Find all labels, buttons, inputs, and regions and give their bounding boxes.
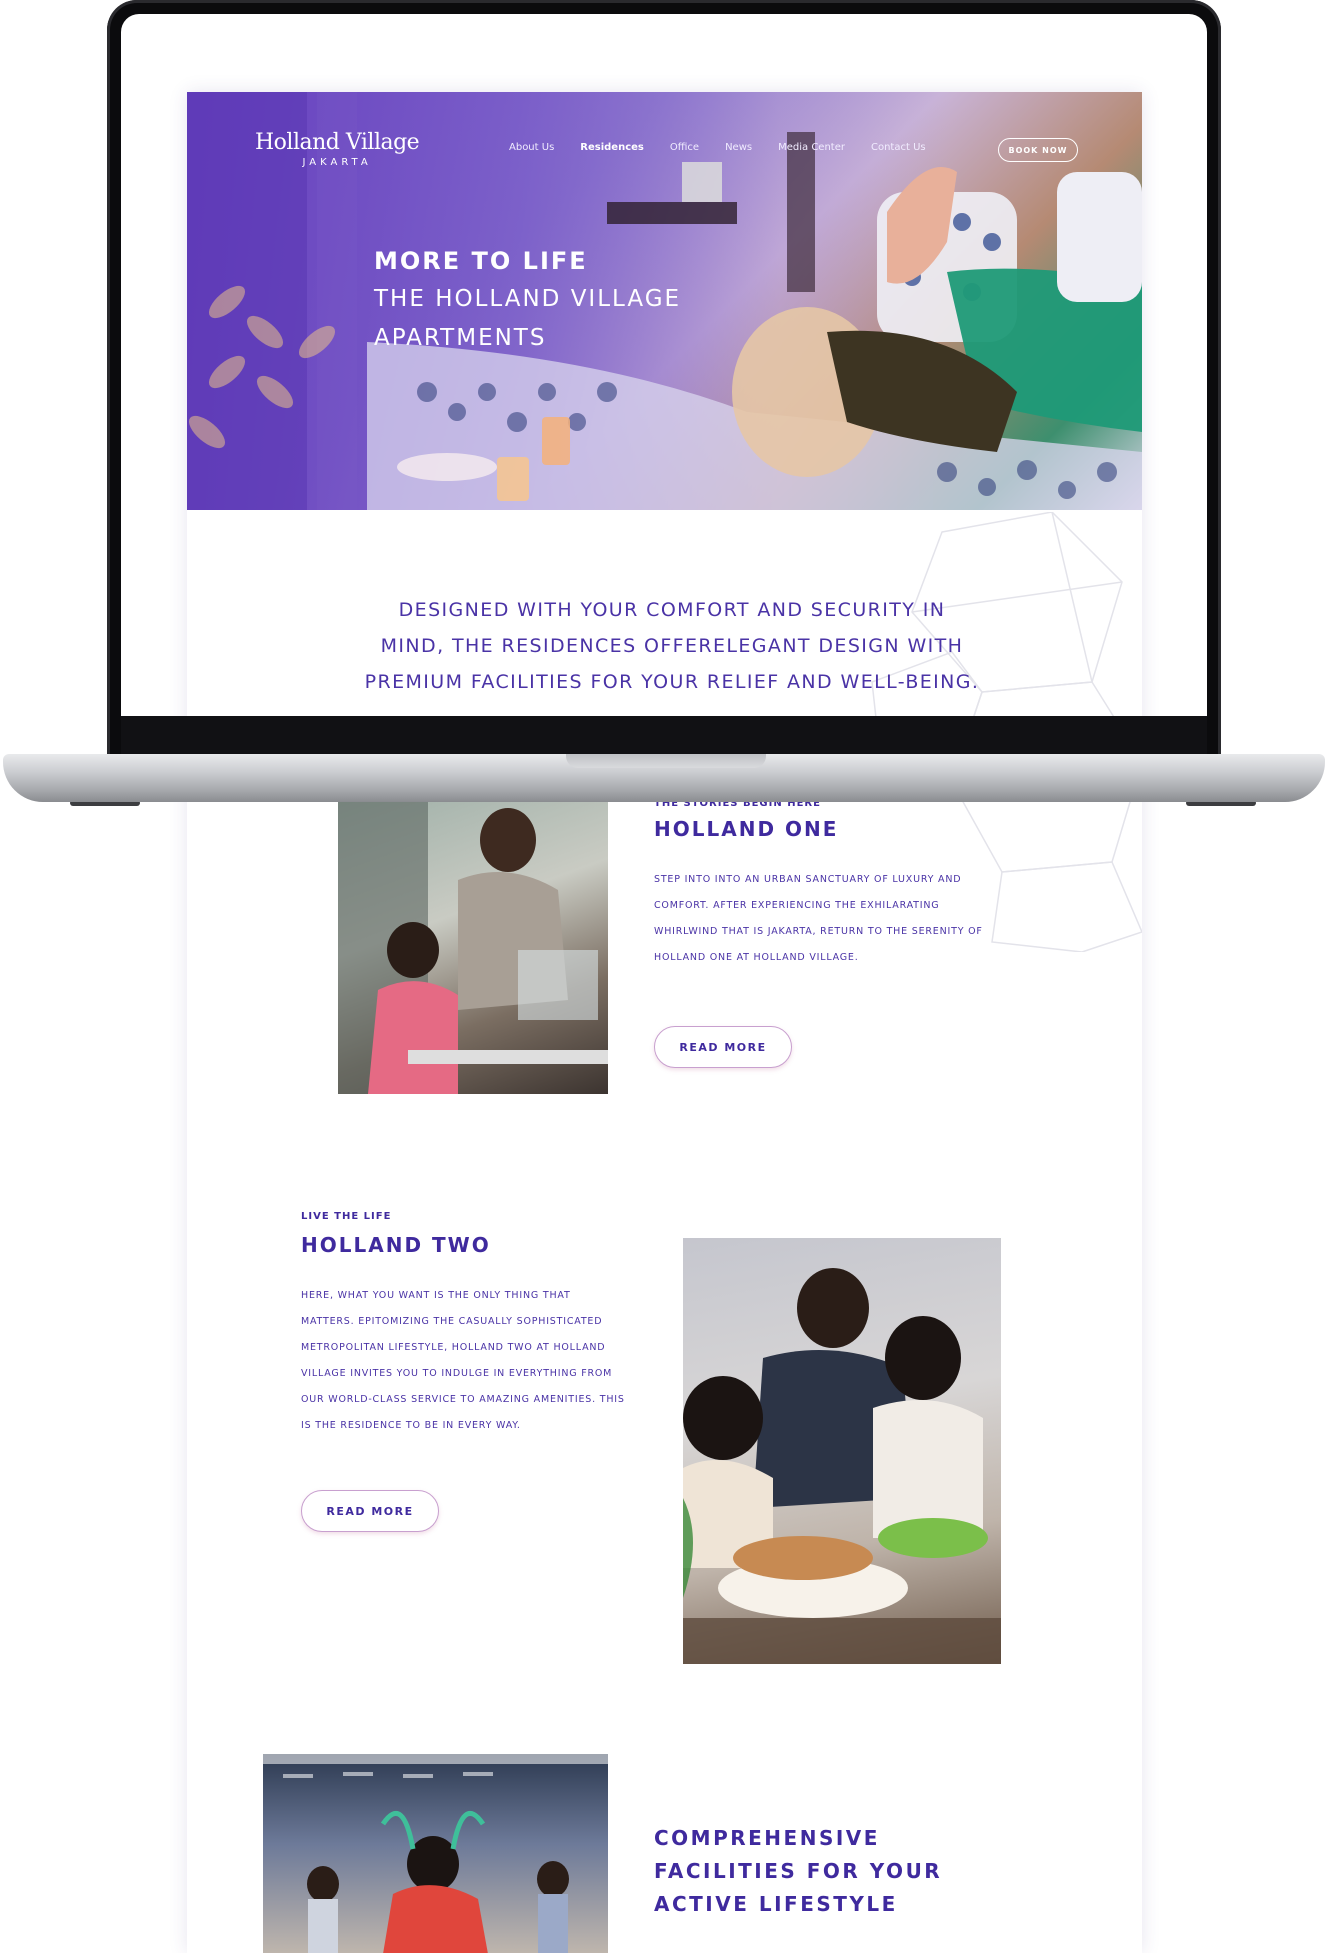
- main-nav: About Us Residences Office News Media Ce…: [509, 142, 952, 153]
- intro-line-1: DESIGNED WITH YOUR COMFORT AND SECURITY …: [398, 599, 946, 621]
- hero-line-3: APARTMENTS: [374, 325, 547, 351]
- facilities-title: COMPREHENSIVE FACILITIES FOR YOUR ACTIVE…: [654, 1822, 942, 1921]
- holland-one-body-line: HOLLAND ONE AT HOLLAND VILLAGE.: [654, 952, 859, 963]
- holland-two-photo: [683, 1268, 1001, 1664]
- holland-two-title: HOLLAND TWO: [301, 1233, 491, 1257]
- laptop-notch: [566, 754, 766, 768]
- holland-one-image: [338, 800, 608, 1094]
- holland-two-body-line: VILLAGE INVITES YOU TO INDULGE IN EVERYT…: [301, 1368, 613, 1379]
- holland-two-body-line: MATTERS. EPITOMIZING THE CASUALLY SOPHIS…: [301, 1316, 603, 1327]
- holland-two-eyebrow: LIVE THE LIFE: [301, 1211, 392, 1222]
- facilities-line-2: FACILITIES FOR YOUR: [654, 1859, 943, 1883]
- nav-news[interactable]: News: [725, 142, 752, 153]
- holland-two-image: [683, 1238, 1001, 1664]
- holland-one-body-line: COMFORT. AFTER EXPERIENCING THE EXHILARA…: [654, 900, 940, 911]
- facilities-photo: [263, 1754, 608, 1953]
- holland-one-body-line: STEP INTO INTO AN URBAN SANCTUARY OF LUX…: [654, 874, 962, 885]
- nav-contact-us[interactable]: Contact Us: [871, 142, 926, 153]
- book-now-button[interactable]: BOOK NOW: [998, 138, 1078, 162]
- nav-office[interactable]: Office: [670, 142, 699, 153]
- holland-two-body-line: IS THE RESIDENCE TO BE IN EVERY WAY.: [301, 1420, 521, 1431]
- brand-name: Holland Village: [255, 130, 420, 155]
- holland-two-body-line: OUR WORLD-CLASS SERVICE TO AMAZING AMENI…: [301, 1394, 625, 1405]
- facilities-line-1: COMPREHENSIVE: [654, 1826, 880, 1850]
- nav-residences[interactable]: Residences: [580, 142, 644, 153]
- holland-one-title: HOLLAND ONE: [654, 817, 839, 841]
- laptop-base: [3, 754, 1325, 802]
- hero-line-2: THE HOLLAND VILLAGE: [374, 286, 682, 312]
- nav-about-us[interactable]: About Us: [509, 142, 554, 153]
- laptop-bezel-bottom: [121, 716, 1207, 754]
- holland-two-body: HERE, WHAT YOU WANT IS THE ONLY THING TH…: [301, 1283, 641, 1439]
- intro-line-3: PREMIUM FACILITIES FOR YOUR RELIEF AND W…: [364, 671, 980, 693]
- holland-one-photo: [338, 800, 608, 1094]
- brand-sub: JAKARTA: [302, 157, 372, 168]
- website-page: Holland Village JAKARTA About Us Residen…: [187, 92, 1142, 1953]
- holland-two-read-more-button[interactable]: READ MORE: [301, 1490, 439, 1532]
- holland-two-body-line: METROPOLITAN LIFESTYLE, HOLLAND TWO AT H…: [301, 1342, 606, 1353]
- intro-line-2: MIND, THE RESIDENCES OFFERELEGANT DESIGN…: [380, 635, 964, 657]
- hero-line-1: MORE TO LIFE: [374, 247, 588, 275]
- brand-logo[interactable]: Holland Village JAKARTA: [255, 130, 420, 168]
- holland-one-read-more-button[interactable]: READ MORE: [654, 1026, 792, 1068]
- holland-two-body-line: HERE, WHAT YOU WANT IS THE ONLY THING TH…: [301, 1290, 571, 1301]
- intro-text: DESIGNED WITH YOUR COMFORT AND SECURITY …: [312, 592, 1032, 700]
- facilities-line-3: ACTIVE LIFESTYLE: [654, 1892, 898, 1916]
- facilities-image: [263, 1754, 608, 1953]
- hero-banner: Holland Village JAKARTA About Us Residen…: [187, 92, 1142, 510]
- hero-title: MORE TO LIFE THE HOLLAND VILLAGE APARTME…: [374, 242, 681, 358]
- holland-one-body: STEP INTO INTO AN URBAN SANCTUARY OF LUX…: [654, 867, 1034, 971]
- nav-media-center[interactable]: Media Center: [778, 142, 845, 153]
- holland-one-body-line: WHIRLWIND THAT IS JAKARTA, RETURN TO THE…: [654, 926, 983, 937]
